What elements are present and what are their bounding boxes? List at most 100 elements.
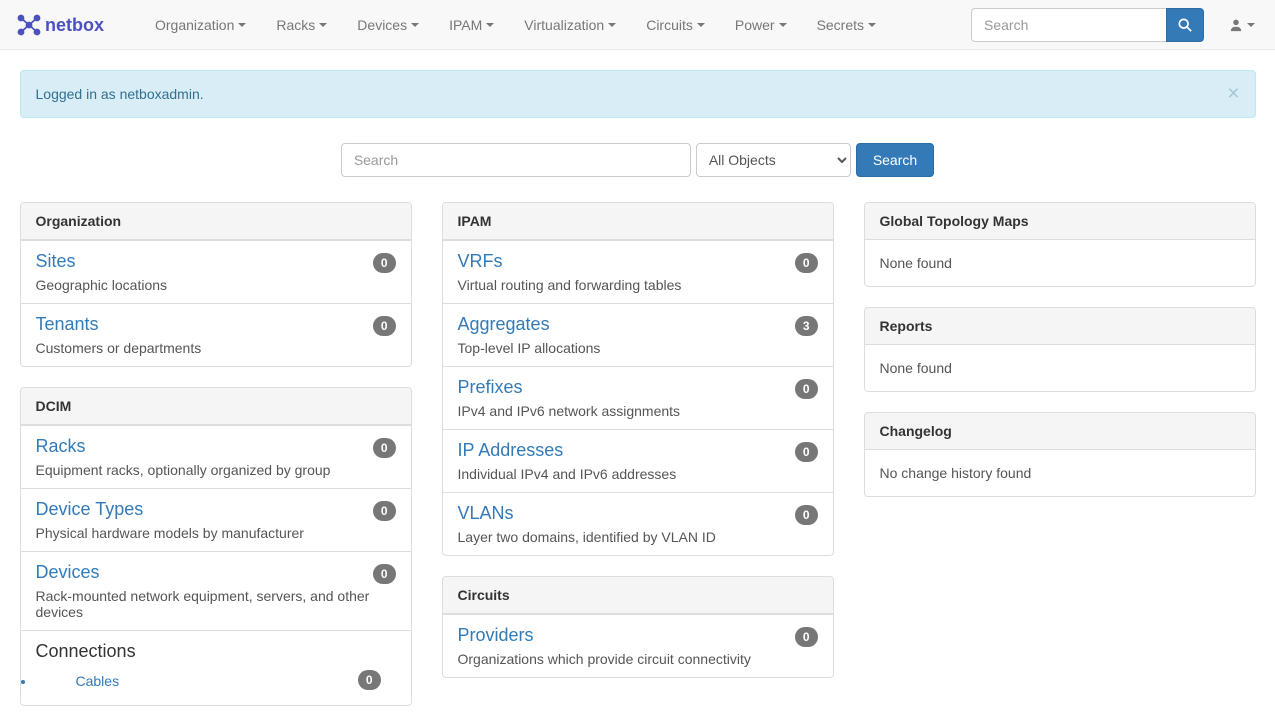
- alert-close-button[interactable]: ×: [1227, 83, 1239, 104]
- list-item-tenants[interactable]: Tenants Customers or departments 0: [21, 303, 411, 366]
- list-item-title: Providers: [458, 625, 818, 646]
- list-item-title: VRFs: [458, 251, 818, 272]
- list-item-sites[interactable]: Sites Geographic locations 0: [21, 240, 411, 303]
- top-navbar: netbox Organization Racks Devices IPAM V…: [0, 0, 1275, 50]
- list-item-desc: Geographic locations: [36, 277, 396, 293]
- count-badge: 0: [358, 670, 381, 690]
- main-nav: Organization Racks Devices IPAM Virtuali…: [140, 2, 891, 48]
- caret-down-icon: [411, 23, 419, 27]
- nav-item-power[interactable]: Power: [720, 2, 802, 48]
- count-badge: 0: [795, 253, 818, 273]
- count-badge: 0: [373, 564, 396, 584]
- panel-heading: DCIM: [21, 388, 411, 425]
- panel-reports: ReportsNone found: [864, 307, 1256, 392]
- user-menu[interactable]: [1219, 3, 1265, 47]
- panel-global-topology-maps: Global Topology MapsNone found: [864, 202, 1256, 287]
- main-search-input[interactable]: [341, 143, 691, 177]
- list-item-vrfs[interactable]: VRFs Virtual routing and forwarding table…: [443, 240, 833, 303]
- main-search-button[interactable]: Search: [856, 143, 934, 177]
- left-column: OrganizationSitesGeographic locations0Te…: [20, 202, 412, 726]
- nav-item-devices[interactable]: Devices: [342, 2, 434, 48]
- list-item-desc: IPv4 and IPv6 network assignments: [458, 403, 818, 419]
- main-search-select[interactable]: All Objects: [696, 143, 851, 177]
- caret-down-icon: [697, 23, 705, 27]
- panel-body: No change history found: [865, 450, 1255, 496]
- nav-item-circuits[interactable]: Circuits: [631, 2, 720, 48]
- nav-item-racks[interactable]: Racks: [261, 2, 342, 48]
- list-item-title: Tenants: [36, 314, 396, 335]
- count-badge: 0: [373, 316, 396, 336]
- caret-down-icon: [779, 23, 787, 27]
- list-item-vlans[interactable]: VLANs Layer two domains, identified by VL…: [443, 492, 833, 555]
- list-item-title: Connections: [36, 641, 396, 662]
- panel-body: None found: [865, 345, 1255, 391]
- list-item-desc: Rack-mounted network equipment, servers,…: [36, 588, 396, 620]
- navbar-search-button[interactable]: [1166, 8, 1204, 42]
- list-item-title: Prefixes: [458, 377, 818, 398]
- panel-heading: IPAM: [443, 203, 833, 240]
- navbar-search-form: [971, 8, 1204, 42]
- nav-item-secrets[interactable]: Secrets: [802, 2, 891, 48]
- count-badge: 0: [373, 501, 396, 521]
- caret-down-icon: [1247, 23, 1255, 27]
- list-item-desc: Individual IPv4 and IPv6 addresses: [458, 466, 818, 482]
- alert-text: Logged in as netboxadmin.: [36, 86, 204, 102]
- list-item-devices[interactable]: Devices Rack-mounted network equipment, s…: [21, 551, 411, 630]
- count-badge: 0: [373, 253, 396, 273]
- panel-heading: Global Topology Maps: [865, 203, 1255, 240]
- list-item-title: Racks: [36, 436, 396, 457]
- search-icon: [1178, 18, 1192, 32]
- caret-down-icon: [868, 23, 876, 27]
- count-badge: 0: [795, 379, 818, 399]
- list-item-title: Aggregates: [458, 314, 818, 335]
- list-item-ip-addresses[interactable]: IP Addresses Individual IPv4 and IPv6 add…: [443, 429, 833, 492]
- list-item-aggregates[interactable]: AggregatesTop-level IP allocations3: [443, 303, 833, 366]
- list-item-desc: Equipment racks, optionally organized by…: [36, 462, 396, 478]
- nav-item-ipam[interactable]: IPAM: [434, 2, 509, 48]
- count-badge: 0: [795, 442, 818, 462]
- panel-changelog: ChangelogNo change history found: [864, 412, 1256, 497]
- brand-logo[interactable]: netbox: [10, 10, 140, 40]
- list-item-desc: Physical hardware models by manufacturer: [36, 525, 396, 541]
- panel-circuits: Circuits Providers Organizations which pro…: [442, 576, 834, 678]
- caret-down-icon: [486, 23, 494, 27]
- nav-item-virtualization[interactable]: Virtualization: [509, 2, 631, 48]
- login-alert: Logged in as netboxadmin. ×: [20, 70, 1256, 118]
- svg-text:netbox: netbox: [45, 15, 104, 35]
- sub-item-cables[interactable]: Cables0: [36, 667, 396, 695]
- user-icon: [1229, 18, 1243, 32]
- caret-down-icon: [238, 23, 246, 27]
- netbox-logo-icon: netbox: [15, 10, 125, 40]
- panel-heading: Changelog: [865, 413, 1255, 450]
- panel-body: None found: [865, 240, 1255, 286]
- list-item-title: IP Addresses: [458, 440, 818, 461]
- list-item-title: Devices: [36, 562, 396, 583]
- count-badge: 0: [795, 627, 818, 647]
- list-item-title: Device Types: [36, 499, 396, 520]
- list-item-desc: Layer two domains, identified by VLAN ID: [458, 529, 818, 545]
- list-item-desc: Top-level IP allocations: [458, 340, 818, 356]
- caret-down-icon: [319, 23, 327, 27]
- caret-down-icon: [608, 23, 616, 27]
- right-column: Global Topology MapsNone foundReportsNon…: [864, 202, 1256, 726]
- count-badge: 0: [795, 505, 818, 525]
- list-item-title: Sites: [36, 251, 396, 272]
- list-item-desc: Customers or departments: [36, 340, 396, 356]
- list-item-desc: Organizations which provide circuit conn…: [458, 651, 818, 667]
- list-item-device-types[interactable]: Device Types Physical hardware models by …: [21, 488, 411, 551]
- list-item-racks[interactable]: Racks Equipment racks, optionally organiz…: [21, 425, 411, 488]
- panel-heading: Organization: [21, 203, 411, 240]
- panel-heading: Circuits: [443, 577, 833, 614]
- nav-item-organization[interactable]: Organization: [140, 2, 261, 48]
- navbar-search-input[interactable]: [971, 8, 1166, 42]
- count-badge: 0: [373, 438, 396, 458]
- list-item-connections[interactable]: Connections Cables0: [21, 630, 411, 705]
- main-search-form: All Objects Search: [20, 143, 1256, 177]
- panel-dcim: DCIM Racks Equipment racks, optionally org…: [20, 387, 412, 706]
- list-item-prefixes[interactable]: Prefixes IPv4 and IPv6 network assignment…: [443, 366, 833, 429]
- panel-heading: Reports: [865, 308, 1255, 345]
- panel-ipam: IPAM VRFs Virtual routing and forwarding t…: [442, 202, 834, 556]
- list-item-providers[interactable]: Providers Organizations which provide cir…: [443, 614, 833, 677]
- list-item-title: VLANs: [458, 503, 818, 524]
- list-item-desc: Virtual routing and forwarding tables: [458, 277, 818, 293]
